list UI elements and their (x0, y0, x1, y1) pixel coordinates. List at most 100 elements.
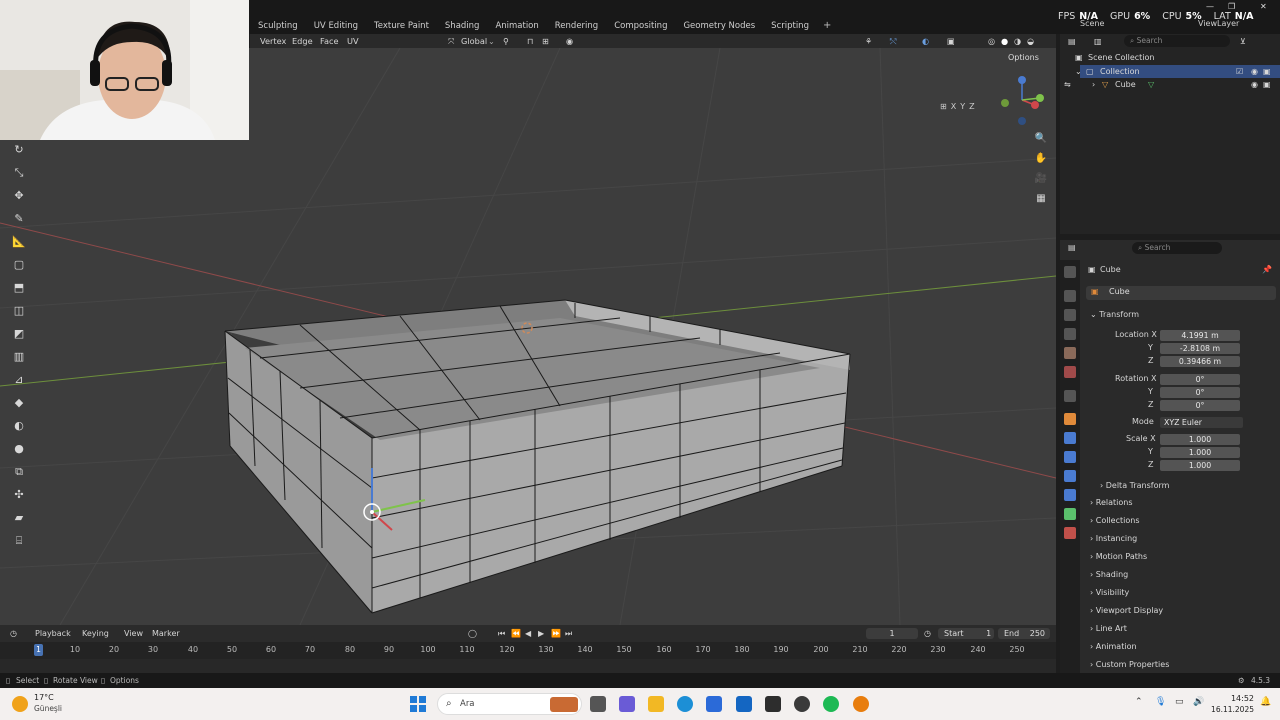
inset-tool-icon[interactable]: ◫ (8, 299, 30, 322)
gizmo-toggle-icon[interactable]: ⤲ (890, 34, 897, 48)
delta-transform-header[interactable]: › Delta Transform (1100, 480, 1169, 492)
weather-temp[interactable]: 17°C (34, 693, 54, 702)
outliner-editor-icon[interactable]: ▤ (1068, 35, 1076, 48)
zoom-icon[interactable]: 🔍 (1032, 128, 1050, 148)
scale-x-field[interactable]: 1.000 (1160, 434, 1240, 445)
render-tab-icon[interactable] (1064, 290, 1076, 302)
loop-cut-tool-icon[interactable]: ▥ (8, 345, 30, 368)
pin-icon[interactable]: 📌 (1262, 264, 1272, 276)
scene-collection-label[interactable]: Scene Collection (1088, 51, 1155, 64)
section-shading[interactable]: › Shading (1090, 570, 1128, 579)
playhead[interactable]: 1 (34, 644, 43, 656)
scene-selector[interactable]: Scene (1080, 19, 1104, 28)
world-tab-icon[interactable] (1064, 366, 1076, 378)
section-relations[interactable]: › Relations (1090, 498, 1133, 507)
checkbox-icon[interactable]: ☑ (1236, 65, 1243, 78)
steam-icon[interactable] (765, 696, 781, 712)
clock-time[interactable]: 14:52 (1214, 694, 1254, 703)
tab-animation[interactable]: Animation (487, 19, 546, 33)
cube-camera-icon[interactable]: ▣ (1263, 78, 1271, 91)
bevel-tool-icon[interactable]: ◩ (8, 322, 30, 345)
taskbar-search[interactable]: ⌕ Ara (437, 693, 582, 715)
rip-tool-icon[interactable]: ⌸ (8, 529, 30, 552)
section-instancing[interactable]: › Instancing (1090, 534, 1137, 543)
options-button[interactable]: Options (1008, 53, 1039, 62)
scene-tab-icon[interactable] (1064, 347, 1076, 359)
navigation-gizmo[interactable] (1001, 76, 1044, 125)
tab-compositing[interactable]: Compositing (606, 19, 675, 33)
end-frame-field[interactable]: End 250 (998, 628, 1050, 639)
network-icon[interactable]: ▭ (1175, 697, 1184, 707)
current-frame-field[interactable]: 1 (866, 628, 918, 639)
menu-view[interactable]: View (124, 625, 143, 642)
shading-solid-icon[interactable]: ● (1001, 34, 1008, 48)
snap-icon[interactable]: ⊓ (527, 34, 533, 48)
location-z-field[interactable]: 0.39466 m (1160, 356, 1240, 367)
copilot-icon[interactable] (619, 696, 635, 712)
section-line-art[interactable]: › Line Art (1090, 624, 1127, 633)
physics-tab-icon[interactable] (1064, 470, 1076, 482)
poly-build-tool-icon[interactable]: ◆ (8, 391, 30, 414)
add-cube-tool-icon[interactable]: ▢ (8, 253, 30, 276)
shrink-fatten-tool-icon[interactable]: ✣ (8, 483, 30, 506)
constraints-tab-icon[interactable] (1064, 489, 1076, 501)
smooth-tool-icon[interactable]: ● (8, 437, 30, 460)
material-tab-icon[interactable] (1064, 527, 1076, 539)
menu-keying[interactable]: Keying (82, 625, 109, 642)
section-custom-properties[interactable]: › Custom Properties (1090, 660, 1169, 669)
section-motion-paths[interactable]: › Motion Paths (1090, 552, 1147, 561)
shading-rendered-icon[interactable]: ◒ (1027, 34, 1034, 48)
tab-uv-editing[interactable]: UV Editing (306, 19, 366, 33)
cube-mesh[interactable] (224, 299, 851, 614)
timeline-area[interactable] (0, 659, 1056, 673)
mirror-y-toggle[interactable]: Y (960, 102, 965, 111)
grid-view-icon[interactable]: ▦ (1032, 188, 1050, 208)
tab-rendering[interactable]: Rendering (547, 19, 606, 33)
mirror-z-toggle[interactable]: Z (969, 102, 974, 111)
windows-start-icon[interactable] (410, 696, 426, 712)
shading-material-icon[interactable]: ◑ (1014, 34, 1021, 48)
blender-icon[interactable] (853, 696, 869, 712)
section-viewport-display[interactable]: › Viewport Display (1090, 606, 1163, 615)
overlay-icon[interactable]: ◐ (922, 34, 929, 48)
scale-z-field[interactable]: 1.000 (1160, 460, 1240, 471)
next-key-icon[interactable]: ⏩ (551, 625, 561, 642)
pivot-icon[interactable]: ⚲ (503, 34, 509, 48)
store-icon[interactable] (706, 696, 722, 712)
volume-icon[interactable]: 🔊 (1193, 697, 1204, 707)
collection-tab-icon[interactable] (1064, 390, 1076, 402)
rotate-tool-icon[interactable]: ↻ (8, 138, 30, 161)
frame-ruler[interactable]: 1 10 20 30 40 50 60 70 80 90 100 110 120… (0, 642, 1056, 659)
github-icon[interactable] (794, 696, 810, 712)
mirror-x-toggle[interactable]: X (951, 102, 956, 111)
weather-sun-icon[interactable] (12, 696, 28, 712)
knife-tool-icon[interactable]: ⊿ (8, 368, 30, 391)
transform-panel-header[interactable]: ⌄ Transform (1090, 309, 1139, 321)
output-tab-icon[interactable] (1064, 309, 1076, 321)
pan-hand-icon[interactable]: ✋ (1032, 148, 1050, 168)
tool-tab-icon[interactable] (1064, 266, 1076, 278)
measure-tool-icon[interactable]: 📐 (8, 230, 30, 253)
filter-icon[interactable]: ⊻ (1240, 35, 1246, 48)
record-icon[interactable]: ◯ (468, 625, 477, 642)
outliner-display-icon[interactable]: ▥ (1094, 35, 1102, 48)
minimize-icon[interactable]: — (1206, 2, 1214, 11)
rotation-z-field[interactable]: 0° (1160, 400, 1240, 411)
menu-uv[interactable]: UV (347, 34, 359, 48)
editor-type-icon[interactable]: ◷ (10, 625, 17, 642)
visibility-icon[interactable]: ⚘ (865, 34, 872, 48)
scale-tool-icon[interactable]: ⤡ (8, 161, 30, 184)
particles-tab-icon[interactable] (1064, 451, 1076, 463)
edge-browser-icon[interactable] (677, 696, 693, 712)
location-x-field[interactable]: 4.1991 m (1160, 330, 1240, 341)
spotify-icon[interactable] (823, 696, 839, 712)
view-layer-tab-icon[interactable] (1064, 328, 1076, 340)
location-y-field[interactable]: -2.8108 m (1160, 343, 1240, 354)
weather-condition[interactable]: Güneşli (34, 704, 62, 713)
add-workspace-button[interactable]: + (817, 19, 837, 33)
modifier-tab-icon[interactable] (1064, 432, 1076, 444)
scale-y-field[interactable]: 1.000 (1160, 447, 1240, 458)
camera-icon[interactable]: 🎥 (1032, 168, 1050, 188)
transform-tool-icon[interactable]: ✥ (8, 184, 30, 207)
expand-chevron-icon[interactable]: ⌄ (1075, 65, 1082, 78)
